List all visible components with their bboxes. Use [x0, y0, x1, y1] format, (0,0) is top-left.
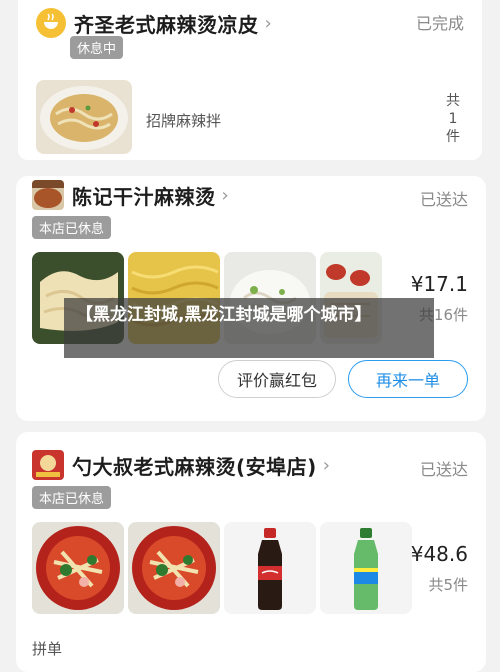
shop-name[interactable]: 陈记干汁麻辣烫 — [72, 181, 216, 210]
headline-overlay: 【黑龙江封城,黑龙江封城是哪个城市】 — [64, 298, 434, 358]
order-price: ¥48.6 — [410, 542, 468, 566]
reorder-button[interactable]: 再来一单 — [348, 360, 468, 398]
item-name: 招牌麻辣拌 — [146, 112, 222, 130]
item-count: 共5件 — [428, 576, 468, 594]
chevron-right-icon: › — [322, 454, 330, 476]
quantity-number: 1 — [448, 111, 458, 127]
order-price: ¥17.1 — [410, 272, 468, 296]
quantity-prefix: 共 — [446, 93, 460, 109]
item-thumbnail — [320, 522, 412, 614]
review-button[interactable]: 评价赢红包 — [218, 360, 336, 398]
shop-status-badge: 本店已休息 — [32, 216, 112, 239]
item-thumbnail — [224, 522, 316, 614]
shop-logo — [36, 8, 66, 38]
shop-name[interactable]: 齐圣老式麻辣烫凉皮 — [74, 9, 259, 38]
order-status: 已完成 — [415, 14, 464, 33]
shop-logo — [32, 180, 64, 210]
item-quantity: 共 1 件 — [446, 92, 460, 146]
order-card-3[interactable]: 勺大叔老式麻辣烫(安埠店) › 已送达 本店已休息 ¥48.6 共5件 拼单 — [16, 432, 486, 672]
shop-status-badge: 本店已休息 — [32, 486, 112, 509]
item-thumbnail — [32, 522, 124, 614]
chevron-right-icon: › — [221, 184, 229, 206]
shop-logo — [32, 450, 64, 480]
chevron-right-icon: › — [264, 12, 272, 34]
bowl-icon — [44, 13, 58, 29]
group-order-label: 拼单 — [32, 640, 63, 658]
shop-status-badge: 休息中 — [70, 36, 124, 59]
order-status: 已送达 — [419, 460, 468, 479]
order-card-1[interactable]: 齐圣老式麻辣烫凉皮 › 已完成 休息中 招牌麻辣拌 共 1 件 — [18, 0, 482, 160]
shop-name[interactable]: 勺大叔老式麻辣烫(安埠店) — [72, 451, 317, 480]
quantity-unit: 件 — [446, 129, 460, 145]
order-status: 已送达 — [419, 190, 468, 209]
item-thumbnail — [36, 80, 132, 154]
item-thumbnail — [128, 522, 220, 614]
